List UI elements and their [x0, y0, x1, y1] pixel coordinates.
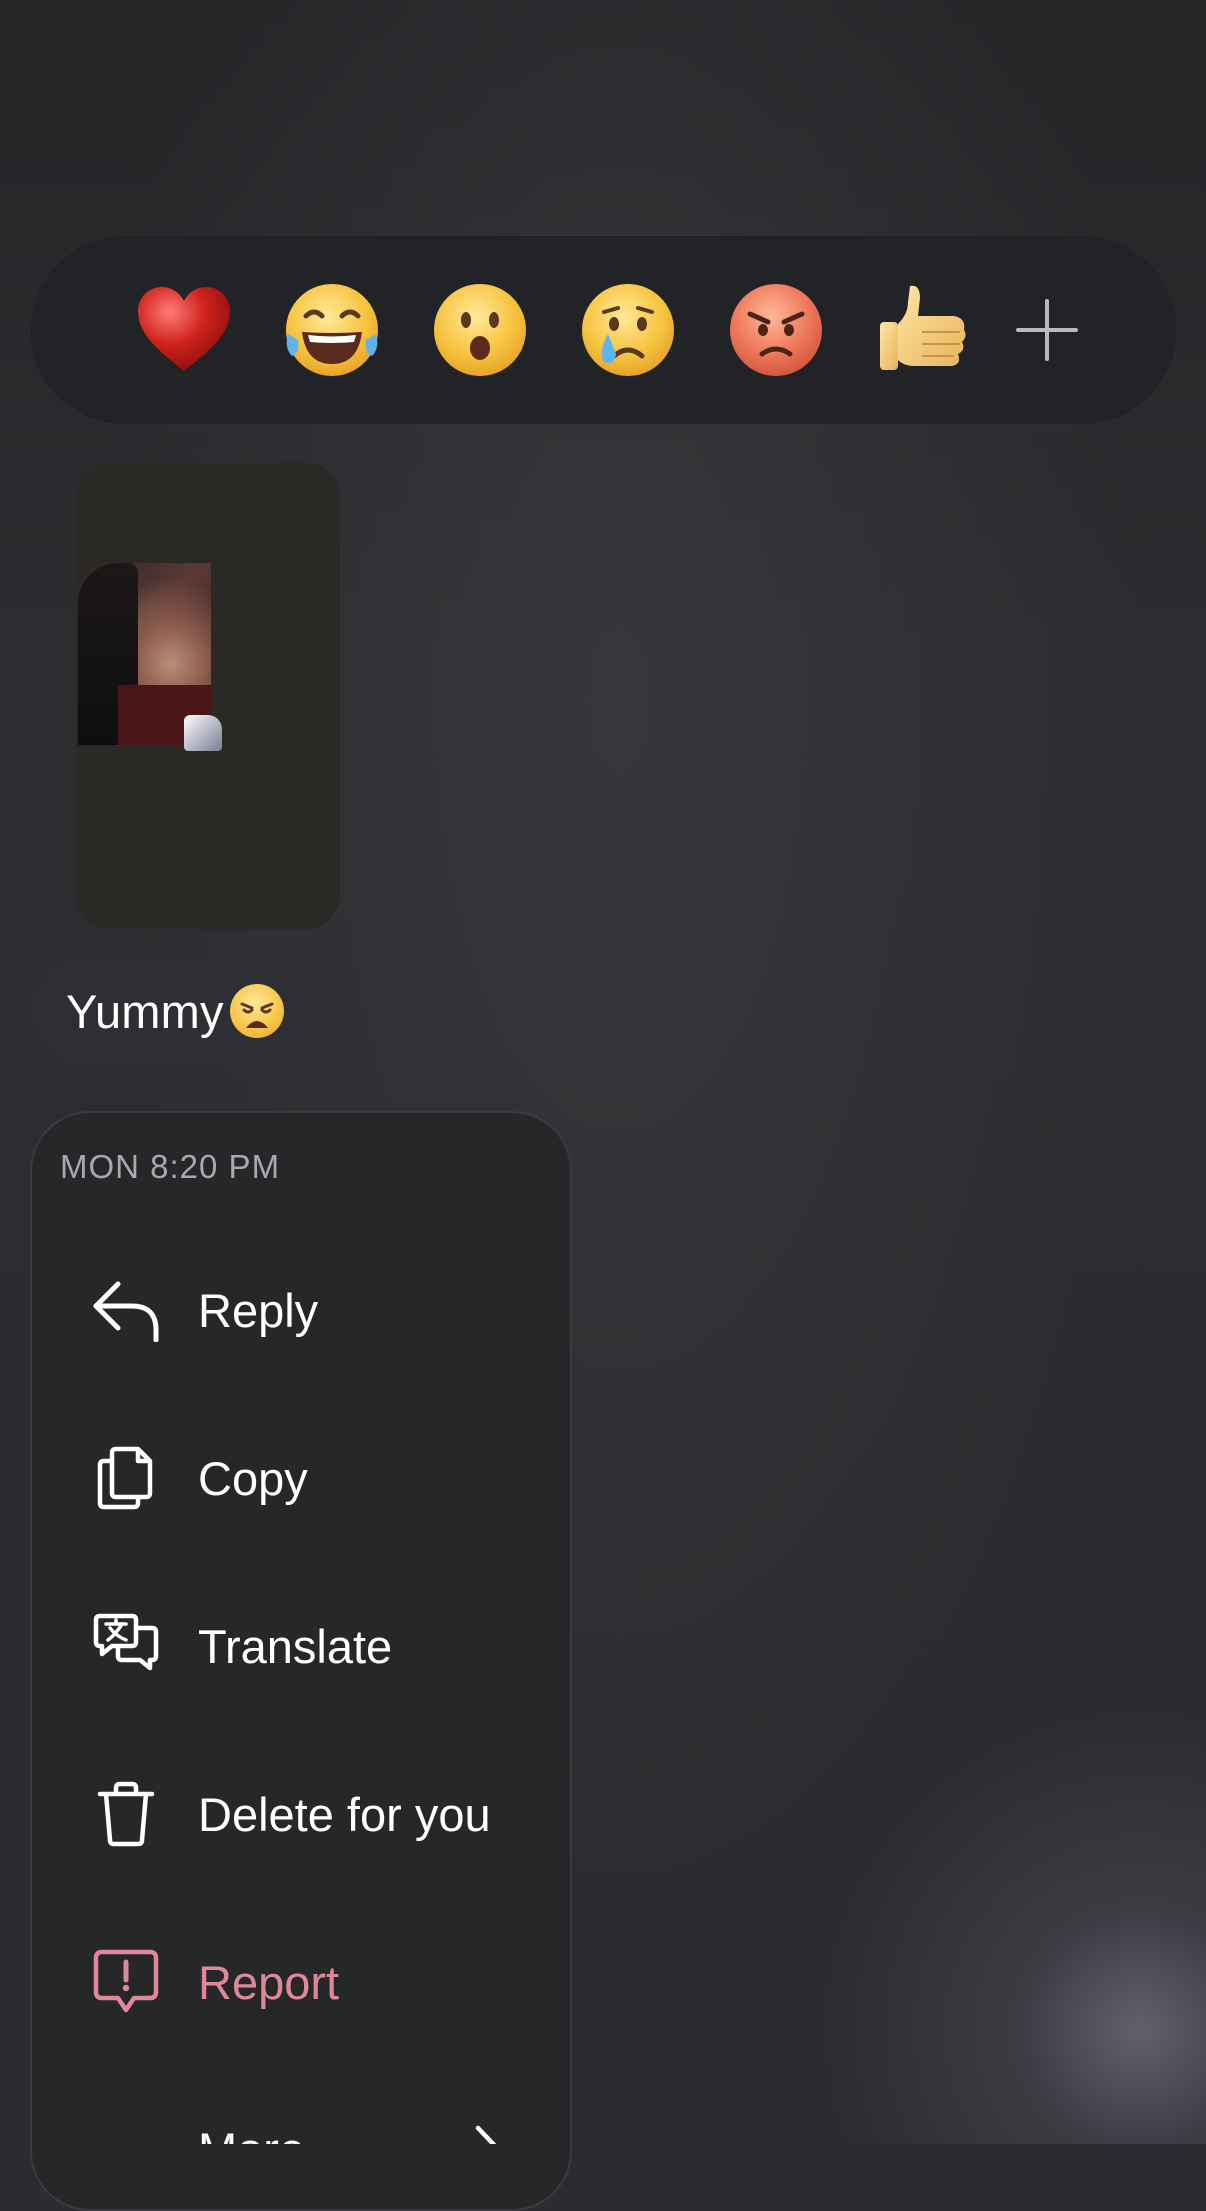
menu-item-label: Translate	[198, 1619, 393, 1673]
reaction-heart[interactable]	[119, 236, 249, 424]
menu-item-delete-for-you[interactable]: Delete for you	[30, 1744, 572, 1884]
report-icon	[90, 1946, 162, 2018]
menu-item-label: Reply	[198, 1283, 319, 1337]
text-message-bubble[interactable]: Yummy	[30, 955, 322, 1067]
reaction-crying[interactable]	[563, 236, 693, 424]
surprised-icon	[434, 284, 526, 376]
reaction-bar	[30, 236, 1177, 424]
chevron-right-icon	[472, 2124, 502, 2144]
menu-item-copy[interactable]: Copy	[30, 1408, 572, 1548]
add-reaction-button[interactable]	[982, 236, 1112, 424]
menu-item-label: More	[198, 2122, 305, 2144]
crying-icon	[582, 284, 674, 376]
copy-icon	[90, 1442, 162, 1514]
heart-icon	[138, 287, 230, 371]
menu-item-label: Delete for you	[198, 1787, 491, 1841]
reaction-surprised[interactable]	[415, 236, 545, 424]
trash-icon	[90, 1778, 162, 1850]
translate-icon	[90, 1610, 162, 1682]
menu-item-reply[interactable]: Reply	[30, 1240, 572, 1380]
menu-item-label: Report	[198, 1955, 340, 2009]
menu-item-more[interactable]: More	[30, 2100, 572, 2144]
menu-item-report[interactable]: Report	[30, 1912, 572, 2052]
photo-sticker	[184, 715, 222, 751]
menu-item-label: Copy	[198, 1451, 308, 1505]
weary-face-icon	[229, 984, 284, 1038]
menu-item-translate[interactable]: Translate	[30, 1576, 572, 1716]
reaction-angry[interactable]	[711, 236, 841, 424]
thumbs-up-icon	[880, 285, 966, 370]
reply-icon	[90, 1274, 162, 1346]
reaction-laughing-tears[interactable]	[267, 236, 397, 424]
laughing-tears-icon	[286, 284, 378, 376]
plus-icon	[1016, 299, 1078, 361]
reaction-thumbs-up[interactable]	[859, 236, 989, 424]
angry-icon	[730, 284, 822, 376]
message-text: Yummy	[66, 984, 224, 1038]
message-timestamp: MON 8:20 PM	[60, 1148, 281, 1185]
